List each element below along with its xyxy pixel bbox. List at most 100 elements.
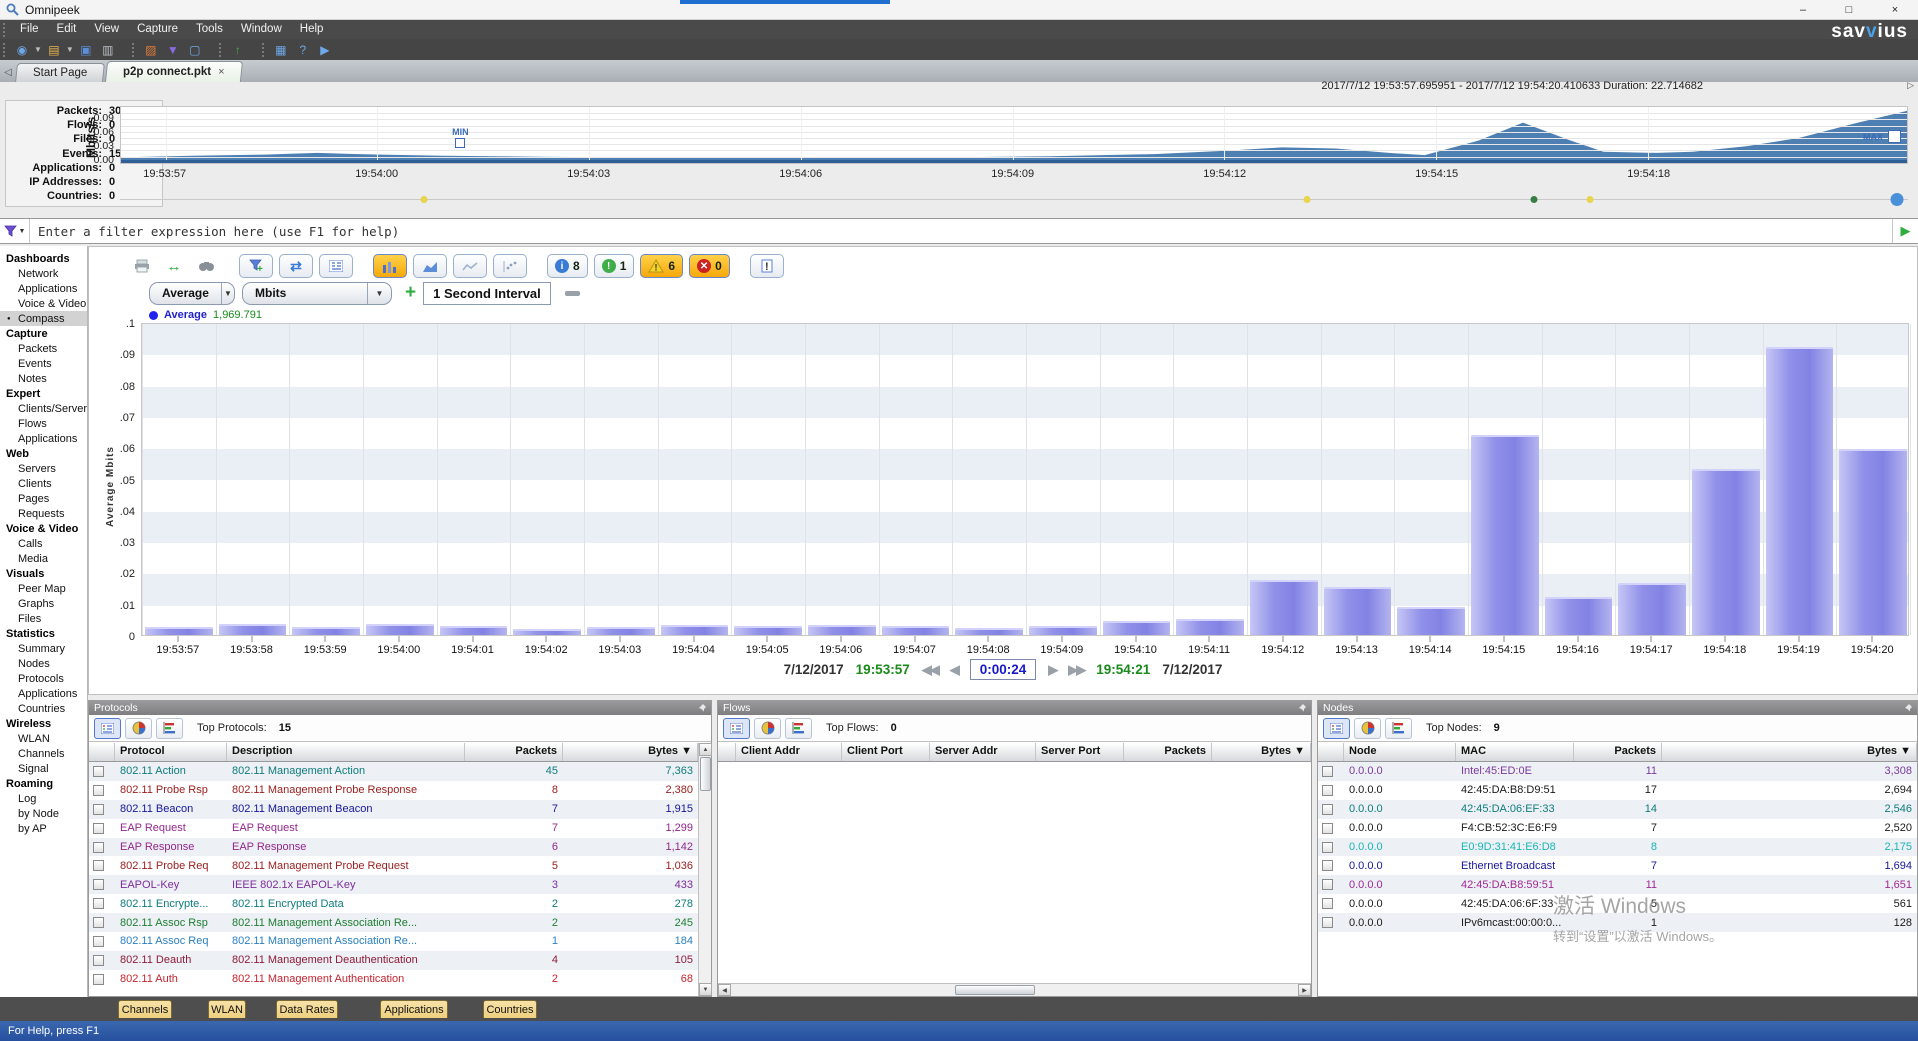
panel-tab-applications[interactable]: Applications (380, 1000, 448, 1018)
minor-events-button[interactable]: ! 1 (594, 254, 635, 278)
units-dropdown[interactable]: Mbits▼ (242, 282, 392, 305)
create-filter-button[interactable]: + (239, 254, 273, 278)
table-row[interactable]: 0.0.0.0Intel:45:ED:0E113,308 (1318, 762, 1917, 781)
pin-icon[interactable] (1298, 703, 1307, 712)
sidebar-item-files[interactable]: Files (0, 611, 87, 626)
bar-chart-type-button[interactable] (373, 254, 407, 278)
timeline-min-marker[interactable] (455, 138, 465, 148)
pin-icon[interactable] (1904, 703, 1913, 712)
sidebar-item-peer-map[interactable]: Peer Map (0, 581, 87, 596)
chart-bar[interactable] (808, 625, 876, 635)
sidebar-item-protocols[interactable]: Protocols (0, 671, 87, 686)
pin-icon[interactable] (698, 703, 707, 712)
vertical-scrollbar[interactable]: ▲▼ (698, 743, 711, 996)
table-row[interactable]: EAP RequestEAP Request71,299 (89, 819, 698, 838)
list-view-button[interactable] (723, 718, 750, 739)
sidebar-item-signal[interactable]: Signal (0, 761, 87, 776)
row-checkbox[interactable] (93, 955, 104, 966)
tab-scroll-left-icon[interactable]: ◁ (0, 67, 16, 82)
scroll-up-icon[interactable]: ▲ (699, 743, 712, 756)
step-back-button[interactable]: ◀ (950, 662, 958, 678)
pin-icon[interactable] (1904, 703, 1913, 712)
panel-tab-countries[interactable]: Countries (483, 1000, 537, 1018)
menu-item-view[interactable]: View (85, 20, 128, 39)
informational-events-button[interactable]: i 8 (547, 254, 588, 278)
find-button[interactable] (193, 255, 219, 277)
table-row[interactable]: 0.0.0.0E0:9D:31:41:E6:D882,175 (1318, 838, 1917, 857)
chart-bar[interactable] (587, 627, 655, 635)
sidebar-item-servers[interactable]: Servers (0, 461, 87, 476)
chart-bar[interactable] (513, 629, 581, 635)
panel-tab-data-rates[interactable]: Data Rates (276, 1000, 338, 1018)
scrubber-dot[interactable] (420, 196, 427, 203)
chart-bar[interactable] (145, 627, 213, 635)
sidebar-item-wlan[interactable]: WLAN (0, 731, 87, 746)
chart-bar[interactable] (661, 625, 729, 635)
rewind-button[interactable]: ◀◀ (922, 662, 938, 678)
chart-bar[interactable] (1397, 607, 1465, 635)
scrubber-dot[interactable] (1531, 196, 1538, 203)
fast-forward-button[interactable]: ▶▶ (1068, 662, 1084, 678)
sidebar-item-summary[interactable]: Summary (0, 641, 87, 656)
timeline-scrubber[interactable] (120, 194, 1908, 206)
sidebar-item-media[interactable]: Media (0, 551, 87, 566)
filter-menu-button[interactable]: ▼ (0, 219, 30, 243)
row-checkbox[interactable] (1322, 804, 1333, 815)
apply-filter-button[interactable]: ▶ (1892, 219, 1918, 243)
table-row[interactable]: 802.11 Probe Req802.11 Management Probe … (89, 856, 698, 875)
row-checkbox[interactable] (93, 860, 104, 871)
scroll-left-icon[interactable]: ◀ (718, 984, 731, 996)
options-icon[interactable]: ▦ (271, 41, 291, 58)
packet-image-icon[interactable]: ▨ (141, 41, 161, 58)
help-icon[interactable]: ? (293, 41, 313, 58)
list-view-button[interactable] (1323, 718, 1350, 739)
timeline-max-marker[interactable] (1888, 130, 1901, 143)
compass-forward-button[interactable]: ↔ (161, 255, 187, 277)
event-log-button[interactable]: ! (750, 254, 784, 278)
menu-item-file[interactable]: File (11, 20, 48, 39)
chart-bar[interactable] (440, 626, 508, 635)
row-checkbox[interactable] (1322, 917, 1333, 928)
sidebar-item-clients-servers[interactable]: Clients/Servers (0, 401, 87, 416)
scroll-right-icon[interactable]: ▶ (1298, 984, 1311, 996)
chart-bar[interactable] (882, 626, 950, 635)
sidebar-item-flows[interactable]: Flows (0, 416, 87, 431)
row-checkbox[interactable] (93, 879, 104, 890)
maximize-button[interactable]: □ (1826, 0, 1872, 20)
sidebar-item-nodes[interactable]: Nodes (0, 656, 87, 671)
pin-icon[interactable] (698, 703, 707, 712)
row-checkbox[interactable] (93, 842, 104, 853)
sidebar-item-channels[interactable]: Channels (0, 746, 87, 761)
chevron-down-icon[interactable]: ▼ (66, 45, 74, 54)
area-chart-type-button[interactable] (413, 254, 447, 278)
table-row[interactable]: 802.11 Encrypte...802.11 Encrypted Data2… (89, 894, 698, 913)
row-checkbox[interactable] (1322, 766, 1333, 777)
table-row[interactable]: 0.0.0.042:45:DA:06:EF:33142,546 (1318, 800, 1917, 819)
sidebar-item-packets[interactable]: Packets (0, 341, 87, 356)
column-header-server-port[interactable]: Server Port (1036, 743, 1124, 761)
column-header-client-addr[interactable]: Client Addr (736, 743, 842, 761)
sidebar-item-log[interactable]: Log (0, 791, 87, 806)
chart-bar[interactable] (734, 626, 802, 635)
chart-bar[interactable] (292, 627, 360, 635)
start-capture-icon[interactable]: ◉ (12, 41, 32, 58)
column-header-mac[interactable]: MAC (1456, 743, 1574, 761)
tab-p2p-connect-pkt[interactable]: p2p connect.pkt× (105, 61, 243, 82)
table-row[interactable]: 802.11 Assoc Rsp802.11 Management Associ… (89, 913, 698, 932)
sidebar-item-events[interactable]: Events (0, 356, 87, 371)
sidebar-item-countries[interactable]: Countries (0, 701, 87, 716)
table-row[interactable]: 802.11 Deauth802.11 Management Deauthent… (89, 951, 698, 970)
chart-bar[interactable] (1766, 347, 1834, 635)
scrubber-dot[interactable] (1304, 196, 1311, 203)
chart-bar[interactable] (1545, 597, 1613, 635)
start-page-icon[interactable]: ▶ (315, 41, 335, 58)
bar-graph-view-button[interactable] (785, 718, 812, 739)
row-checkbox[interactable] (93, 974, 104, 985)
chart-bar[interactable] (1471, 435, 1539, 635)
table-row[interactable]: 0.0.0.0F4:CB:52:3C:E6:F972,520 (1318, 819, 1917, 838)
sidebar-item-compass[interactable]: Compass (0, 311, 87, 326)
table-row[interactable]: 802.11 Assoc Req802.11 Management Associ… (89, 932, 698, 951)
tab-start-page[interactable]: Start Page (15, 63, 105, 82)
menu-item-capture[interactable]: Capture (128, 20, 187, 39)
row-checkbox[interactable] (93, 766, 104, 777)
